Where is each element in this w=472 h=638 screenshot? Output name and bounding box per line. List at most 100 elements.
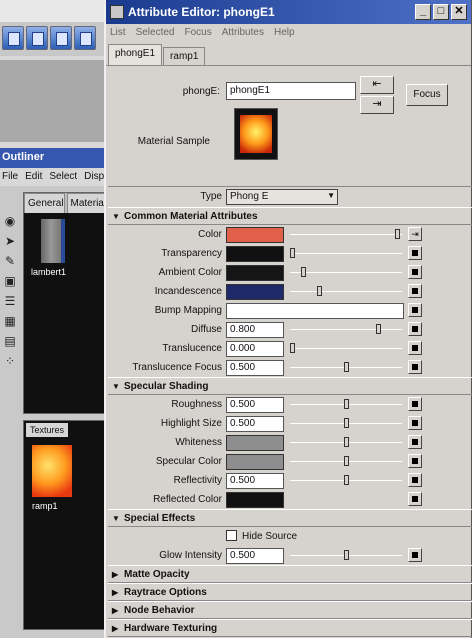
section-raytrace[interactable]: ▶ Raytrace Options <box>108 583 472 601</box>
map-button-icon[interactable] <box>408 473 422 487</box>
roughness-slider[interactable] <box>290 399 402 409</box>
attr-label: Reflectivity <box>173 475 222 486</box>
map-button-icon[interactable] <box>408 397 422 411</box>
highlight-slider[interactable] <box>290 418 402 428</box>
map-button-icon[interactable] <box>408 303 422 317</box>
tab-materials[interactable]: Materia <box>66 193 105 213</box>
shelf-cube-icon[interactable] <box>26 26 48 50</box>
collapse-arrow-icon: ▼ <box>112 513 120 523</box>
outliner-menu-file[interactable]: File <box>2 171 18 183</box>
specular-color-slider[interactable] <box>290 456 402 466</box>
viewport-background <box>0 60 106 142</box>
map-button-icon[interactable] <box>408 246 422 260</box>
layout-icon[interactable]: ▤ <box>2 334 18 350</box>
section-matte-opacity[interactable]: ▶ Matte Opacity <box>108 565 472 583</box>
node-name-field[interactable]: phongE1 <box>226 82 356 100</box>
ramp-label: ramp1 <box>32 501 58 511</box>
attr-label: Highlight Size <box>160 418 222 429</box>
menu-focus[interactable]: Focus <box>184 27 211 39</box>
node-tabs: phongE1 ramp1 <box>106 42 471 66</box>
section-node-behavior[interactable]: ▶ Node Behavior <box>108 601 472 619</box>
translucence-focus-slider[interactable] <box>290 362 402 372</box>
nodes-icon[interactable]: ⁘ <box>2 354 18 370</box>
list-icon[interactable]: ☰ <box>2 294 18 310</box>
lasso-icon[interactable]: ✎ <box>2 254 18 270</box>
attr-row-reflected-color: Reflected Color <box>108 490 472 509</box>
map-button-icon[interactable] <box>408 454 422 468</box>
shelf-cube-icon[interactable] <box>2 26 24 50</box>
translucence-field[interactable]: 0.000 <box>226 341 284 357</box>
ramp-swatch[interactable] <box>32 445 72 497</box>
outliner-menu-edit[interactable]: Edit <box>25 171 42 183</box>
reflected-color-swatch[interactable] <box>226 492 284 508</box>
glow-field[interactable]: 0.500 <box>226 548 284 564</box>
map-button-icon[interactable] <box>408 265 422 279</box>
hide-source-checkbox[interactable] <box>226 530 237 541</box>
bump-field[interactable] <box>226 303 404 319</box>
menu-attributes[interactable]: Attributes <box>222 27 264 39</box>
incandescence-swatch[interactable] <box>226 284 284 300</box>
glow-slider[interactable] <box>290 550 402 560</box>
map-button-icon[interactable] <box>408 322 422 336</box>
reflectivity-slider[interactable] <box>290 475 402 485</box>
map-connected-icon[interactable]: ⇥ <box>408 227 422 241</box>
specular-color-swatch[interactable] <box>226 454 284 470</box>
sphere-icon[interactable]: ◉ <box>2 214 18 230</box>
translucence-slider[interactable] <box>290 343 402 353</box>
section-common-material[interactable]: ▼ Common Material Attributes <box>108 207 472 225</box>
map-button-icon[interactable] <box>408 360 422 374</box>
color-swatch[interactable] <box>226 227 284 243</box>
grid-icon[interactable]: ▦ <box>2 314 18 330</box>
tab-textures[interactable]: Textures <box>26 423 69 437</box>
menu-selected[interactable]: Selected <box>136 27 175 39</box>
map-button-icon[interactable] <box>408 435 422 449</box>
section-specular-shading[interactable]: ▼ Specular Shading <box>108 377 472 395</box>
attr-row-whiteness: Whiteness <box>108 433 472 452</box>
type-dropdown[interactable]: Phong E ▼ <box>226 189 338 205</box>
map-button-icon[interactable] <box>408 284 422 298</box>
maximize-icon[interactable]: □ <box>433 4 449 20</box>
attr-row-ambient: Ambient Color <box>108 263 472 282</box>
textures-panel: Textures ramp1 <box>23 420 106 630</box>
menu-list[interactable]: List <box>110 27 126 39</box>
minimize-icon[interactable]: _ <box>415 4 431 20</box>
map-button-icon[interactable] <box>408 416 422 430</box>
materials-panel: General Materia lambert1 <box>23 192 106 414</box>
output-connection-icon[interactable]: ⇥ <box>360 96 394 114</box>
shelf-cube-icon[interactable] <box>74 26 96 50</box>
select-arrow-icon[interactable]: ➤ <box>2 234 18 250</box>
diffuse-slider[interactable] <box>290 324 402 334</box>
tab-ramp1[interactable]: ramp1 <box>163 47 206 65</box>
ambient-slider[interactable] <box>290 267 402 277</box>
roughness-field[interactable]: 0.500 <box>226 397 284 413</box>
lambert-swatch[interactable] <box>41 219 65 263</box>
close-icon[interactable]: ✕ <box>451 4 467 20</box>
outliner-menu: File Edit Select Displ <box>0 168 106 186</box>
tab-phongE1[interactable]: phongE1 <box>108 44 163 65</box>
app-icon <box>110 5 124 19</box>
map-button-icon[interactable] <box>408 492 422 506</box>
color-slider[interactable] <box>290 229 402 239</box>
incandescence-slider[interactable] <box>290 286 402 296</box>
focus-button[interactable]: Focus <box>406 84 448 106</box>
section-special-effects[interactable]: ▼ Special Effects <box>108 509 472 527</box>
diffuse-field[interactable]: 0.800 <box>226 322 284 338</box>
whiteness-slider[interactable] <box>290 437 402 447</box>
translucence-focus-field[interactable]: 0.500 <box>226 360 284 376</box>
highlight-field[interactable]: 0.500 <box>226 416 284 432</box>
whiteness-swatch[interactable] <box>226 435 284 451</box>
graph-icon[interactable]: ▣ <box>2 274 18 290</box>
section-hardware-texturing[interactable]: ▶ Hardware Texturing <box>108 619 472 637</box>
map-button-icon[interactable] <box>408 341 422 355</box>
reflectivity-field[interactable]: 0.500 <box>226 473 284 489</box>
outliner-menu-select[interactable]: Select <box>49 171 77 183</box>
window-title-bar: Attribute Editor: phongE1 _ □ ✕ <box>106 0 471 24</box>
transparency-slider[interactable] <box>290 248 402 258</box>
transparency-swatch[interactable] <box>226 246 284 262</box>
shelf-cube-icon[interactable] <box>50 26 72 50</box>
input-connection-icon[interactable]: ⇤ <box>360 76 394 94</box>
tab-general[interactable]: General <box>24 193 65 213</box>
ambient-swatch[interactable] <box>226 265 284 281</box>
map-button-icon[interactable] <box>408 548 422 562</box>
menu-help[interactable]: Help <box>274 27 295 39</box>
